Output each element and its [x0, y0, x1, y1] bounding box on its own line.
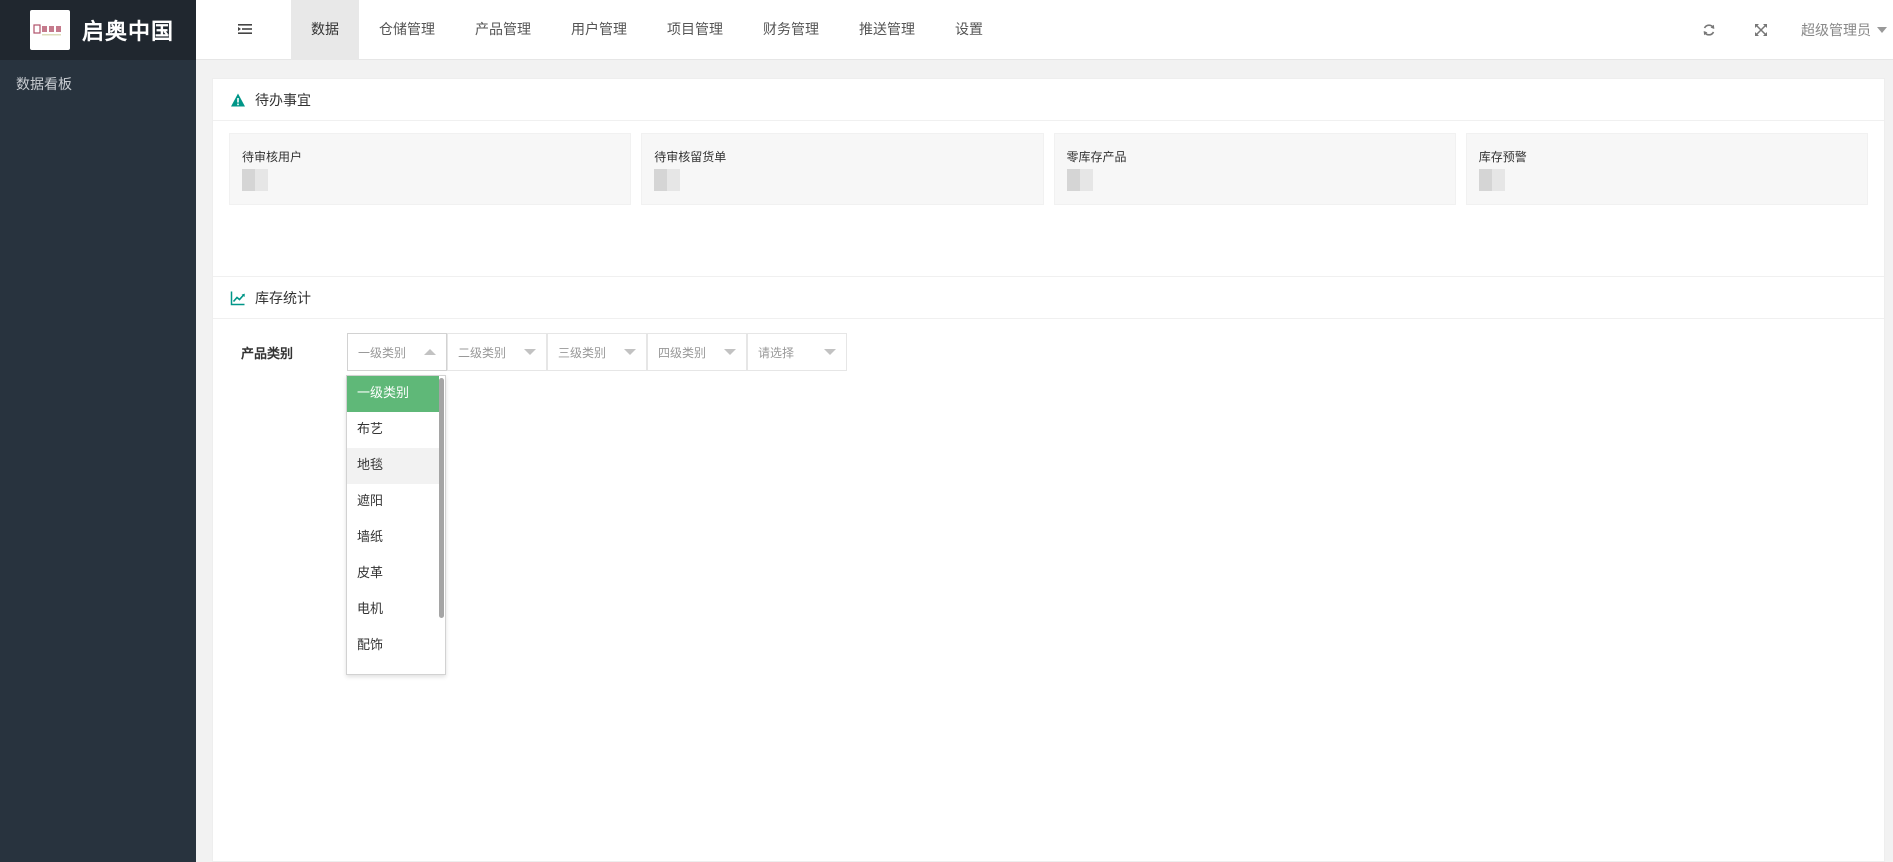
chevron-down-icon — [824, 349, 836, 355]
refresh-icon — [1703, 24, 1715, 36]
chevron-down-icon — [724, 349, 736, 355]
nav-item-users[interactable]: 用户管理 — [551, 0, 647, 60]
select-value: 请选择 — [758, 345, 795, 360]
line-chart-icon — [230, 291, 245, 305]
todo-header: 待办事宜 — [213, 79, 1884, 121]
todo-cards: 待审核用户 待审核留货单 零库存产品 库存预警 — [213, 121, 1884, 205]
dropdown-options: 一级类别 布艺 地毯 遮阳 墙纸 皮革 电机 配饰 — [347, 376, 439, 664]
dropdown-option[interactable]: 布艺 — [347, 412, 439, 448]
brand-mark-icon — [33, 24, 61, 36]
card-title: 库存预警 — [1478, 150, 1527, 164]
nav-item-finance[interactable]: 财务管理 — [743, 0, 839, 60]
dropdown-option[interactable]: 一级类别 — [347, 376, 439, 412]
card-title: 待审核留货单 — [654, 150, 727, 164]
filter-label: 产品类别 — [241, 346, 294, 362]
main-panel: 待办事宜 待审核用户 待审核留货单 零库存产品 库存预警 库存统计 产品类别 一… — [212, 78, 1885, 862]
menu-toggle-icon[interactable] — [236, 20, 254, 38]
card-title: 零库存产品 — [1066, 150, 1127, 164]
dropdown-option[interactable]: 地毯 — [347, 448, 439, 484]
chevron-down-icon — [1877, 27, 1887, 33]
logo-image — [30, 10, 70, 50]
nav-item-data[interactable]: 数据 — [291, 0, 359, 60]
category-filter: 产品类别 一级类别 二级类别 三级类别 四级类别 请选择 — [213, 333, 847, 371]
select-value: 二级类别 — [458, 345, 507, 360]
todo-title: 待办事宜 — [255, 92, 311, 109]
select-value: 一级类别 — [358, 345, 407, 360]
chevron-down-icon — [624, 349, 636, 355]
category-level3-select[interactable]: 三级类别 — [547, 333, 647, 371]
fullscreen-button[interactable] — [1735, 0, 1787, 60]
category-level1-dropdown: 一级类别 布艺 地毯 遮阳 墙纸 皮革 电机 配饰 — [346, 375, 446, 675]
product-select[interactable]: 请选择 — [747, 333, 847, 371]
chevron-up-icon — [424, 349, 436, 355]
category-level2-select[interactable]: 二级类别 — [447, 333, 547, 371]
dropdown-option[interactable]: 皮革 — [347, 556, 439, 592]
nav-item-warehouse[interactable]: 仓储管理 — [359, 0, 455, 60]
dropdown-option[interactable]: 电机 — [347, 592, 439, 628]
stats-header: 库存统计 — [213, 277, 1884, 319]
header-actions: 超级管理员 — [1683, 0, 1893, 60]
card-zero-stock[interactable]: 零库存产品 — [1053, 133, 1456, 205]
todo-spacer — [213, 205, 1884, 277]
nav-item-push[interactable]: 推送管理 — [839, 0, 935, 60]
sidebar-item-dashboard[interactable]: 数据看板 — [0, 60, 196, 110]
top-header: 数据 仓储管理 产品管理 用户管理 项目管理 财务管理 推送管理 设置 超级管理… — [196, 0, 1893, 60]
select-value: 三级类别 — [558, 345, 607, 360]
category-level4-select[interactable]: 四级类别 — [647, 333, 747, 371]
app-name: 启奥中国 — [82, 20, 175, 45]
card-value-blurred — [242, 169, 268, 191]
dropdown-option[interactable]: 墙纸 — [347, 520, 439, 556]
card-value-blurred — [1478, 169, 1505, 191]
card-pending-holds[interactable]: 待审核留货单 — [641, 133, 1044, 205]
card-value-blurred — [654, 169, 681, 191]
dropdown-option[interactable]: 配饰 — [347, 628, 439, 664]
top-nav: 数据 仓储管理 产品管理 用户管理 项目管理 财务管理 推送管理 设置 — [291, 0, 1003, 60]
category-level1-select[interactable]: 一级类别 — [347, 333, 447, 371]
dropdown-scrollbar[interactable] — [439, 378, 444, 618]
stats-title: 库存统计 — [255, 290, 311, 307]
user-name: 超级管理员 — [1801, 23, 1871, 39]
dropdown-option[interactable]: 遮阳 — [347, 484, 439, 520]
card-stock-alert[interactable]: 库存预警 — [1465, 133, 1868, 205]
card-title: 待审核用户 — [242, 150, 303, 164]
logo[interactable]: 启奥中国 — [0, 0, 196, 60]
user-menu[interactable]: 超级管理员 — [1787, 20, 1893, 40]
fullscreen-icon — [1755, 24, 1767, 36]
chevron-down-icon — [524, 349, 536, 355]
nav-item-products[interactable]: 产品管理 — [455, 0, 551, 60]
nav-item-projects[interactable]: 项目管理 — [647, 0, 743, 60]
card-value-blurred — [1066, 169, 1093, 191]
card-pending-users[interactable]: 待审核用户 — [229, 133, 632, 205]
refresh-button[interactable] — [1683, 0, 1735, 60]
nav-item-settings[interactable]: 设置 — [935, 0, 1003, 60]
warning-icon — [231, 93, 245, 106]
select-value: 四级类别 — [658, 345, 707, 360]
sidebar: 启奥中国 数据看板 — [0, 0, 196, 862]
